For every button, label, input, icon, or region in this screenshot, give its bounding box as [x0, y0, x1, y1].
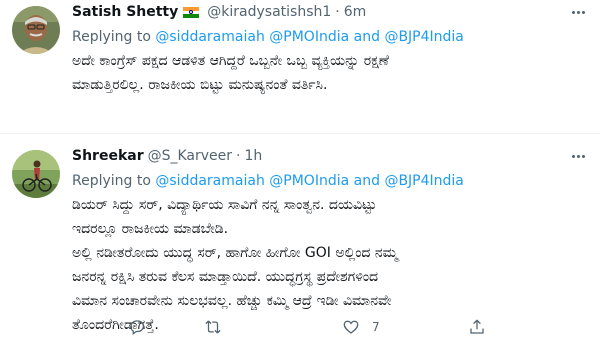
mention-link[interactable]: @PMOIndia [269, 29, 349, 45]
tweet-text-line: ಮಾಡುತ್ತಿರಲಿಲ್ಲ. ರಾಜಕೀಯ ಬಿಟ್ಟು ಮನುಷ್ಯನಂತೆ… [72, 77, 328, 93]
tweet-text-line: ಡಿಯರ್ ಸಿದ್ದು ಸರ್, ವಿದ್ಯಾರ್ಥಿಯ ಸಾವಿಗೆ ನನ್… [72, 197, 377, 213]
tweet-text-line: ಜನರನ್ನ ರಕ್ಷಿಸಿ ತರುವ ಕೆಲಸ ಮಾಡ್ತಾಯಿದೆ. ಯುದ… [72, 269, 379, 285]
reply-button[interactable] [128, 316, 146, 338]
avatar-photo [12, 150, 60, 198]
timestamp[interactable]: 6m [344, 4, 367, 20]
replying-and: and [349, 173, 385, 189]
reply-icon [130, 320, 145, 336]
tweet-text-line: ವಿಮಾನ ಸಂಚಾರವೇನು ಸುಲಭವಲ್ಲ. ಹೆಚ್ಚು ಕಮ್ಮಿ ಆ… [72, 293, 392, 309]
tweet-actions: 7 [72, 316, 512, 338]
user-handle[interactable]: @S_Karveer [148, 148, 232, 164]
tweet-header: Shreekar @S_Karveer · 1h [72, 146, 588, 166]
replying-and: and [349, 29, 385, 45]
tweet-content: Satish Shetty @kiradysatishsh1 · 6m Repl… [72, 2, 588, 97]
tweet-text-line: ಇದರಲ್ಲೂ ರಾಜಕೀಯ ಮಾಡಬೇಡಿ. [72, 221, 229, 237]
user-handle[interactable]: @kiradysatishsh1 [207, 4, 331, 20]
share-button[interactable] [468, 316, 486, 338]
separator: · [236, 148, 241, 164]
mention-link[interactable]: @BJP4India [384, 29, 463, 45]
more-icon[interactable] [568, 4, 588, 20]
separator: · [335, 4, 340, 20]
india-flag-icon [183, 6, 200, 18]
display-name[interactable]: Satish Shetty [72, 4, 178, 20]
tweet[interactable]: Satish Shetty @kiradysatishsh1 · 6m Repl… [0, 0, 600, 133]
mention-link[interactable]: @PMOIndia [269, 173, 349, 189]
replying-prefix: Replying to [72, 173, 156, 189]
tweet-header: Satish Shetty @kiradysatishsh1 · 6m [72, 2, 588, 22]
replying-prefix: Replying to [72, 29, 156, 45]
timestamp[interactable]: 1h [245, 148, 263, 164]
retweet-button[interactable] [204, 316, 222, 338]
mention-link[interactable]: @siddaramaiah [155, 29, 264, 45]
tweet[interactable]: Shreekar @S_Karveer · 1h Replying to @si… [0, 134, 600, 338]
mention-link[interactable]: @BJP4India [384, 173, 463, 189]
display-name[interactable]: Shreekar [72, 148, 144, 164]
retweet-icon [205, 320, 221, 334]
avatar-photo [12, 6, 60, 54]
tweet-text-line: ಅದೇ ಕಾಂಗ್ರೆಸ್ ಪಕ್ಷದ ಆಡಳಿತ ಆಗಿದ್ದರೆ ಒಬ್ಬನ… [72, 53, 389, 69]
mention-link[interactable]: @siddaramaiah [155, 173, 264, 189]
replying-to: Replying to @siddaramaiah @PMOIndia and … [72, 27, 588, 47]
share-icon [470, 319, 484, 334]
replying-to: Replying to @siddaramaiah @PMOIndia and … [72, 171, 588, 191]
tweet-text-line: ಅಲ್ಲಿ ನಡೀತರೋದು ಯುದ್ಧ ಸರ್, ಹಾಗೋ ಹೀಗೋ GOI … [72, 245, 398, 261]
more-icon[interactable] [568, 148, 588, 164]
avatar[interactable] [12, 150, 60, 198]
tweet-content: Shreekar @S_Karveer · 1h Replying to @si… [72, 146, 588, 337]
avatar[interactable] [12, 6, 60, 54]
like-button[interactable]: 7 [342, 316, 380, 338]
heart-icon [343, 320, 359, 334]
like-count: 7 [372, 320, 380, 334]
tweet-text: ಅದೇ ಕಾಂಗ್ರೆಸ್ ಪಕ್ಷದ ಆಡಳಿತ ಆಗಿದ್ದರೆ ಒಬ್ಬನ… [72, 49, 588, 97]
